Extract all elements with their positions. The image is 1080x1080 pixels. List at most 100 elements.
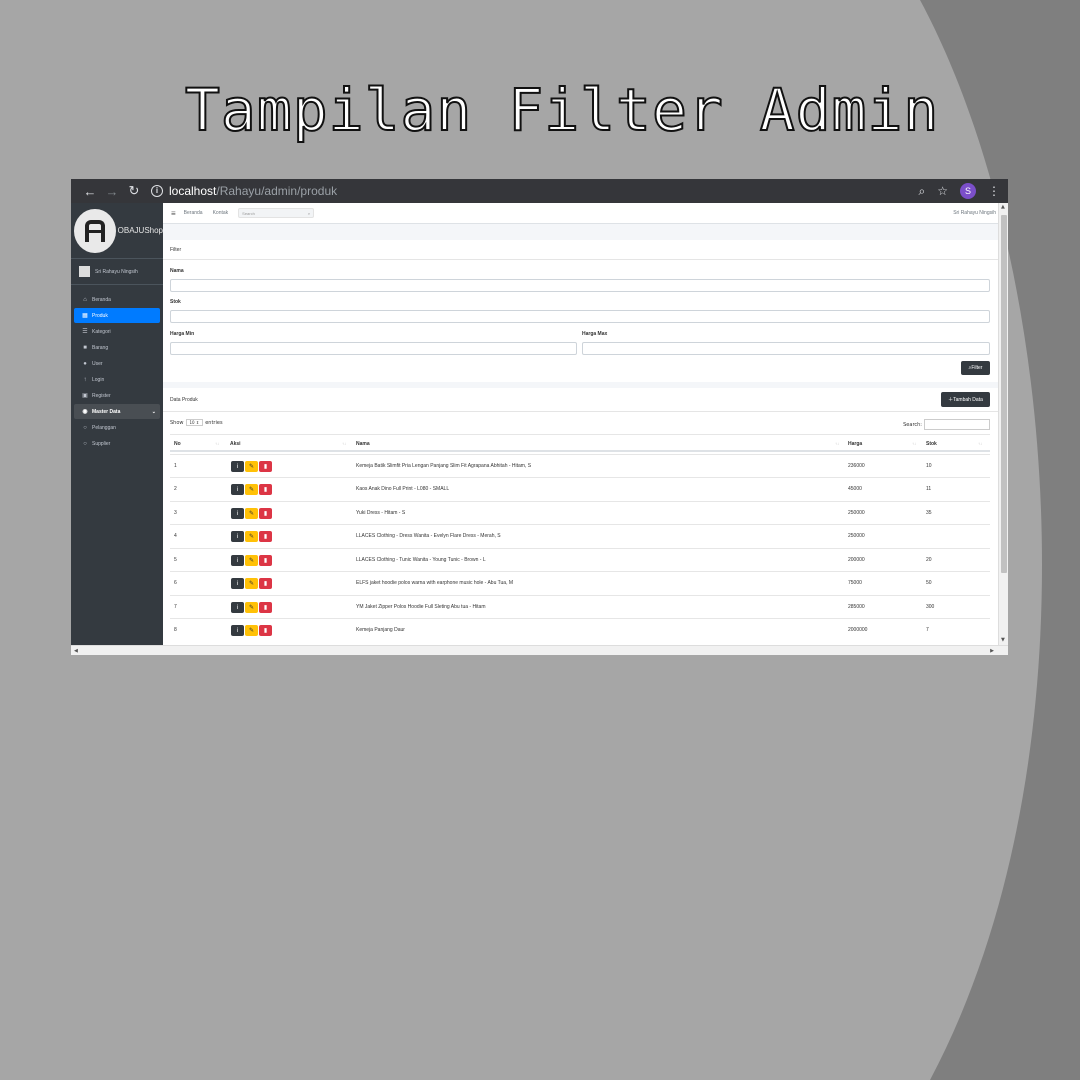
nama-label: Nama — [170, 268, 184, 274]
info-icon[interactable]: i — [231, 555, 244, 566]
edit-icon[interactable]: ✎ — [245, 602, 258, 613]
stok-input[interactable] — [170, 310, 990, 323]
scroll-left-icon[interactable]: ◀ — [74, 648, 78, 654]
forward-icon[interactable]: → — [101, 184, 123, 199]
sidebar-item-produk[interactable]: ▦ Produk — [74, 308, 160, 323]
menu-kebab-icon[interactable]: ⋮ — [988, 184, 1000, 198]
sort-icon[interactable]: ↑↓ — [342, 435, 346, 453]
sidebar-item-supplier[interactable]: ○ Supplier — [74, 436, 160, 451]
scroll-right-icon[interactable]: ▶ — [990, 648, 994, 654]
harga-max-input[interactable] — [582, 342, 990, 355]
info-icon[interactable]: i — [231, 508, 244, 519]
sidebar-item-label: Produk — [92, 312, 108, 319]
url-path: /Rahayu/admin/produk — [216, 184, 338, 198]
sidebar-item-label: Master Data — [92, 409, 121, 415]
entries-label: entries — [205, 419, 223, 426]
row-harga: 250000 — [848, 533, 865, 539]
col-nama[interactable]: Nama — [356, 435, 370, 453]
trash-icon[interactable]: ▮ — [259, 508, 272, 519]
entries-select[interactable]: 10 ⇕ — [185, 419, 204, 426]
tambah-data-button[interactable]: ＋ Tambah Data — [941, 392, 990, 407]
sidebar-item-master-data[interactable]: ◉ Master Data ⌄ — [74, 404, 160, 419]
sidebar-item-login[interactable]: ↑ Login — [74, 372, 160, 387]
brand-name: OBAJUShop — [117, 226, 163, 235]
data-produk-card: Data Produk ＋ Tambah Data Show 10 ⇕ entri… — [163, 388, 998, 655]
zoom-icon[interactable]: ⌕ — [919, 184, 926, 199]
col-stok[interactable]: Stok — [926, 435, 937, 453]
login-icon: ↑ — [83, 376, 87, 383]
sort-icon[interactable]: ↑↓ — [835, 435, 839, 453]
brand[interactable]: OBAJUShop — [71, 203, 163, 259]
row-harga: 200000 — [848, 557, 865, 563]
trash-icon[interactable]: ▮ — [259, 625, 272, 636]
reload-icon[interactable]: ↻ — [123, 183, 145, 199]
search-icon[interactable]: ⌕ — [308, 211, 310, 216]
scroll-down-icon[interactable]: ▼ — [1001, 637, 1005, 643]
table-row: 4 i ✎ ▮ LLACES Clothing - Dress Wanita -… — [170, 524, 990, 548]
info-icon[interactable]: i — [231, 578, 244, 589]
star-icon[interactable]: ☆ — [937, 184, 948, 198]
back-icon[interactable]: ← — [79, 184, 101, 199]
sidebar-item-pelanggan[interactable]: ○ Pelanggan — [74, 420, 160, 435]
sidebar-item-register[interactable]: ▣ Register — [74, 388, 160, 403]
edit-icon[interactable]: ✎ — [245, 555, 258, 566]
profile-avatar[interactable]: S — [960, 183, 976, 199]
filter-button[interactable]: ⌕ Filter — [961, 361, 990, 375]
sidebar-item-barang[interactable]: ■ Barang — [74, 340, 160, 355]
horizontal-scrollbar[interactable]: ◀ ▶ — [71, 645, 1008, 655]
row-no: 6 — [174, 580, 177, 586]
table-search-input[interactable] — [924, 419, 990, 430]
edit-icon[interactable]: ✎ — [245, 484, 258, 495]
row-nama: Kaos Anak Dino Full Print - L080 - SMALL — [356, 486, 450, 492]
box-icon: ■ — [83, 344, 87, 351]
table-icon: ▦ — [82, 313, 88, 319]
row-nama: Yuki Dress - Hitam - S — [356, 510, 406, 516]
edit-icon[interactable]: ✎ — [245, 461, 258, 472]
scrollbar-thumb[interactable] — [1001, 215, 1007, 573]
col-aksi[interactable]: Aksi — [230, 435, 241, 453]
browser-toolbar: ← → ↻ i localhost/Rahayu/admin/produk ⌕ … — [71, 179, 1008, 203]
filter-card: Filter Nama Stok Harga Min Harga Max ⌕ Fi… — [163, 240, 998, 382]
edit-icon[interactable]: ✎ — [245, 508, 258, 519]
info-icon[interactable]: i — [151, 185, 163, 197]
row-nama: LLACES Clothing - Tunic Wanita - Young T… — [356, 557, 486, 563]
sidebar-item-beranda[interactable]: ⌂ Beranda — [74, 292, 160, 307]
scroll-up-icon[interactable]: ▲ — [1001, 204, 1005, 210]
trash-icon[interactable]: ▮ — [259, 531, 272, 542]
sort-icon[interactable]: ↑↓ — [215, 435, 219, 453]
edit-icon[interactable]: ✎ — [245, 578, 258, 589]
info-icon[interactable]: i — [231, 531, 244, 542]
navbar-user-name[interactable]: Sri Rahayu Ningsih — [953, 210, 996, 216]
sidebar-item-kategori[interactable]: ☰ Kategori — [74, 324, 160, 339]
table-header: No ↑↓ Aksi ↑↓ Nama ↑↓ Harga ↑↓ Stok ↑↓ — [170, 434, 990, 452]
navbar-search-input[interactable]: Search ⌕ — [238, 208, 315, 218]
nav-link-beranda[interactable]: Beranda — [184, 210, 203, 216]
info-icon[interactable]: i — [231, 484, 244, 495]
trash-icon[interactable]: ▮ — [259, 602, 272, 613]
nav-link-kontak[interactable]: Kontak — [213, 210, 229, 216]
trash-icon[interactable]: ▮ — [259, 461, 272, 472]
nama-input[interactable] — [170, 279, 990, 292]
harga-min-input[interactable] — [170, 342, 577, 355]
hamburger-icon[interactable]: ≡ — [171, 209, 176, 218]
info-icon[interactable]: i — [231, 461, 244, 472]
sort-icon[interactable]: ↑↓ — [978, 435, 982, 453]
user-panel[interactable]: Sri Rahayu Ningsih — [71, 259, 163, 285]
edit-icon[interactable]: ✎ — [245, 625, 258, 636]
row-no: 7 — [174, 604, 177, 610]
info-icon[interactable]: i — [231, 625, 244, 636]
sidebar-item-user[interactable]: ● User — [74, 356, 160, 371]
trash-icon[interactable]: ▮ — [259, 555, 272, 566]
edit-icon[interactable]: ✎ — [245, 531, 258, 542]
col-harga[interactable]: Harga — [848, 435, 862, 453]
sort-icon[interactable]: ↑↓ — [912, 435, 916, 453]
vertical-scrollbar[interactable]: ▲ ▼ — [998, 203, 1008, 655]
col-no[interactable]: No — [174, 435, 181, 453]
address-bar[interactable]: i localhost/Rahayu/admin/produk — [151, 184, 919, 198]
row-nama: LLACES Clothing - Dress Wanita - Evelyn … — [356, 533, 501, 539]
info-icon[interactable]: i — [231, 602, 244, 613]
row-harga: 75000 — [848, 580, 862, 586]
row-stok: 7 — [926, 627, 929, 633]
trash-icon[interactable]: ▮ — [259, 484, 272, 495]
trash-icon[interactable]: ▮ — [259, 578, 272, 589]
